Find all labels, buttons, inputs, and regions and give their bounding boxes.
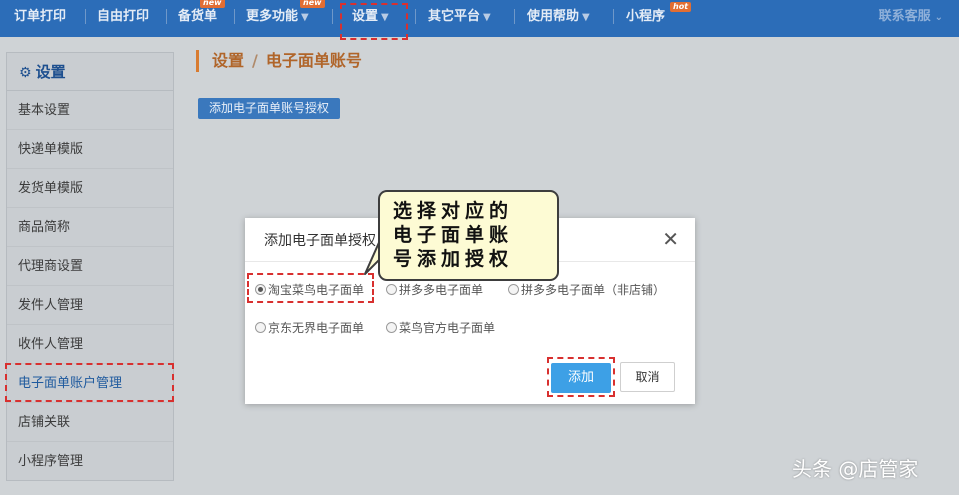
breadcrumb-separator: / bbox=[252, 51, 258, 70]
new-badge: new bbox=[300, 0, 325, 8]
nav-item-label: 订单打印 bbox=[14, 9, 67, 24]
sidebar-item-label: 发件人管理 bbox=[18, 298, 84, 313]
hot-badge: hot bbox=[670, 2, 692, 12]
radio-pinduoduo-non-store[interactable]: 拼多多电子面单（非店铺） bbox=[508, 282, 665, 298]
cancel-button[interactable]: 取消 bbox=[620, 362, 675, 392]
modal-title: 添加电子面单授权 bbox=[264, 233, 376, 249]
nav-item-other-platforms[interactable]: 其它平台 ▼ bbox=[428, 0, 491, 33]
sidebar-item-store-link[interactable]: 店铺关联 bbox=[7, 403, 173, 442]
nav-item-label: 使用帮助 bbox=[527, 9, 580, 24]
gear-icon: ⚙ bbox=[19, 65, 32, 81]
sidebar-item-mini-program-management[interactable]: 小程序管理 bbox=[7, 442, 173, 481]
nav-item-label: 其它平台 bbox=[428, 9, 481, 24]
sidebar-title: 设置 bbox=[35, 63, 66, 81]
radio-unchecked-icon bbox=[386, 322, 397, 333]
chevron-down-icon: ▼ bbox=[301, 12, 309, 23]
radio-label: 拼多多电子面单 bbox=[399, 283, 484, 297]
add-button-highlight-box bbox=[547, 357, 615, 397]
nav-item-label: 小程序 bbox=[626, 9, 666, 24]
nav-separator bbox=[332, 9, 333, 24]
nav-item-label: 自由打印 bbox=[97, 9, 150, 24]
radio-label: 菜鸟官方电子面单 bbox=[399, 321, 496, 335]
breadcrumb-parent: 设置 bbox=[212, 51, 245, 70]
chevron-down-icon: ▼ bbox=[582, 12, 590, 23]
nav-item-order-print[interactable]: 订单打印 bbox=[14, 0, 66, 33]
sidebar-item-label: 小程序管理 bbox=[18, 454, 84, 469]
sidebar-item-label: 商品简称 bbox=[18, 220, 71, 235]
callout-text-line: 号添加授权 bbox=[393, 248, 514, 270]
radio-cainiao-official[interactable]: 菜鸟官方电子面单 bbox=[386, 320, 495, 336]
close-icon[interactable]: ✕ bbox=[662, 227, 679, 251]
nav-separator bbox=[166, 9, 167, 24]
radio-label: 京东无界电子面单 bbox=[268, 321, 365, 335]
radio-unchecked-icon bbox=[386, 284, 397, 295]
new-badge: new bbox=[200, 0, 225, 8]
chevron-down-icon: ▼ bbox=[483, 12, 491, 23]
sidebar-item-agent-settings[interactable]: 代理商设置 bbox=[7, 247, 173, 286]
sidebar-item-label: 店铺关联 bbox=[18, 415, 71, 430]
nav-separator bbox=[415, 9, 416, 24]
watermark: 头条 @店管家 bbox=[792, 457, 919, 481]
option-highlight-box bbox=[247, 273, 374, 303]
sidebar-item-basic-settings[interactable]: 基本设置 bbox=[7, 91, 173, 130]
sidebar-item-label: 收件人管理 bbox=[18, 337, 84, 352]
radio-unchecked-icon bbox=[508, 284, 519, 295]
nav-item-label: 备货单 bbox=[178, 9, 218, 24]
sidebar-item-express-template[interactable]: 快递单模版 bbox=[7, 130, 173, 169]
callout-text-line: 电子面单账 bbox=[393, 224, 514, 246]
sidebar-header: ⚙ 设置 bbox=[7, 53, 173, 91]
breadcrumb: 设置 / 电子面单账号 bbox=[196, 50, 362, 72]
nav-item-mini-program[interactable]: 小程序 bbox=[626, 0, 665, 33]
sidebar-item-label: 发货单模版 bbox=[18, 181, 84, 196]
nav-separator bbox=[85, 9, 86, 24]
nav-item-free-print[interactable]: 自由打印 bbox=[97, 0, 149, 33]
sidebar-item-delivery-template[interactable]: 发货单模版 bbox=[7, 169, 173, 208]
contact-support-label: 联系客服 bbox=[878, 9, 931, 24]
chevron-down-icon: ⌄ bbox=[934, 12, 943, 23]
settings-highlight-box bbox=[340, 3, 408, 40]
add-waybill-auth-button[interactable]: 添加电子面单账号授权 bbox=[198, 98, 341, 119]
callout-text-line: 选择对应的 bbox=[393, 200, 514, 222]
nav-separator bbox=[613, 9, 614, 24]
sidebar-item-label: 基本设置 bbox=[18, 103, 71, 118]
radio-unchecked-icon bbox=[255, 322, 266, 333]
radio-label: 拼多多电子面单（非店铺） bbox=[521, 283, 666, 297]
instruction-callout: 选择对应的 电子面单账 号添加授权 bbox=[378, 190, 559, 281]
radio-jd-wujie[interactable]: 京东无界电子面单 bbox=[255, 320, 364, 336]
nav-separator bbox=[234, 9, 235, 24]
sidebar-item-sender-management[interactable]: 发件人管理 bbox=[7, 286, 173, 325]
radio-pinduoduo[interactable]: 拼多多电子面单 bbox=[386, 282, 483, 298]
nav-item-label: 更多功能 bbox=[246, 9, 299, 24]
sidebar-highlight-box bbox=[5, 363, 174, 402]
top-nav-bar: 订单打印 自由打印 备货单 new 更多功能 ▼ new 设置 ▼ 其它平台 ▼ 使用… bbox=[0, 0, 959, 37]
page-title: 电子面单账号 bbox=[265, 51, 362, 70]
sidebar-item-label: 快递单模版 bbox=[18, 142, 84, 157]
sidebar-item-label: 代理商设置 bbox=[18, 259, 84, 274]
nav-separator bbox=[514, 9, 515, 24]
nav-item-help[interactable]: 使用帮助 ▼ bbox=[527, 0, 590, 33]
contact-support-link[interactable]: 联系客服 ⌄ bbox=[879, 0, 943, 33]
sidebar-item-product-alias[interactable]: 商品简称 bbox=[7, 208, 173, 247]
sidebar: ⚙ 设置 基本设置 快递单模版 发货单模版 商品简称 代理商设置 发件人管理 收件… bbox=[6, 52, 174, 481]
sidebar-item-recipient-management[interactable]: 收件人管理 bbox=[7, 325, 173, 364]
